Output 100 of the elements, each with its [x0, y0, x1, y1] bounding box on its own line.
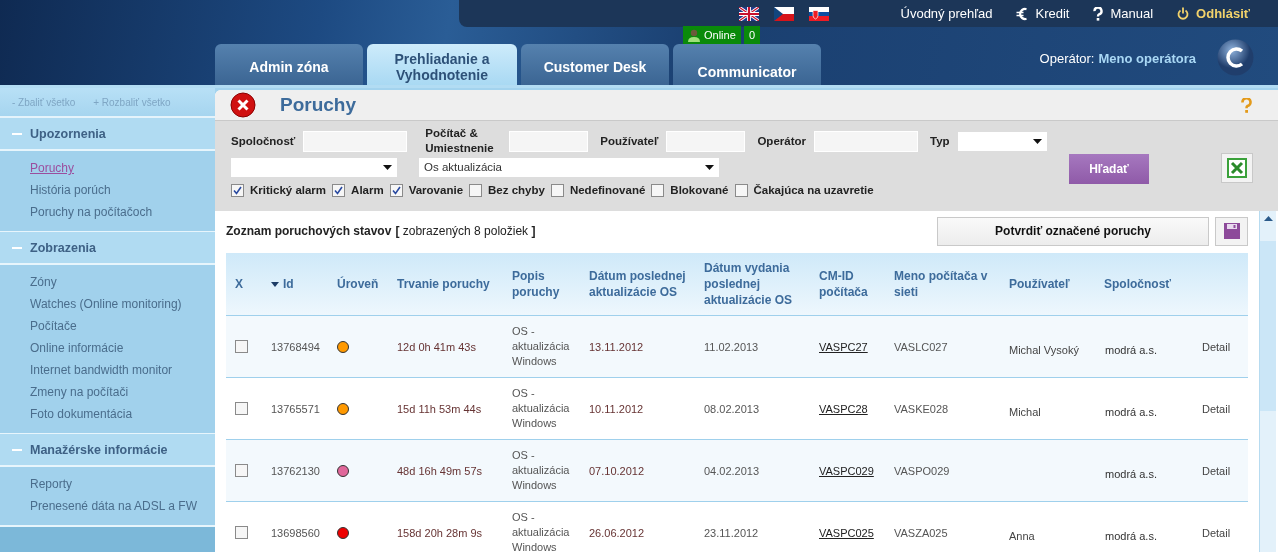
section-header[interactable]: Upozornenia — [0, 118, 215, 151]
detail-link[interactable]: Detail — [1202, 526, 1231, 539]
sidebar-item[interactable]: Online informácie — [30, 337, 124, 359]
tab[interactable]: Customer Desk — [521, 44, 669, 85]
slovak-flag-icon[interactable] — [808, 6, 829, 21]
date-cell: 11.02.2013 — [704, 340, 759, 353]
column-header[interactable]: Meno počítača v sieti — [894, 268, 1000, 300]
confirm-faults-button[interactable]: Potvrdiť označené poruchy — [937, 216, 1209, 246]
scrollbar[interactable] — [1259, 211, 1276, 552]
sidebar-item[interactable]: Watches (Online monitoring) — [30, 293, 182, 315]
nav-link[interactable]: Kredit — [1016, 6, 1070, 21]
detail-link[interactable]: Detail — [1202, 402, 1231, 415]
row-checkbox[interactable] — [235, 340, 248, 353]
column-header[interactable]: Dátum poslednej aktualizácie OS — [589, 268, 695, 300]
dropdown[interactable]: Os aktualizácia — [419, 157, 719, 177]
column-header[interactable]: Spoločnosť — [1104, 276, 1172, 292]
tab[interactable]: Admin zóna — [215, 44, 363, 85]
scroll-up-arrow-icon[interactable] — [1263, 216, 1273, 221]
field-label: Používateľ — [600, 135, 659, 147]
checkbox-label: Varovanie — [408, 184, 464, 196]
column-header[interactable]: Úroveň — [337, 276, 379, 292]
checkbox[interactable] — [651, 183, 665, 197]
computer-name-cell: VASZA025 — [894, 526, 948, 539]
sidebar-item[interactable]: Internet bandwidth monitor — [30, 359, 173, 381]
description-cell-text: OS - aktualizácia Windows — [512, 448, 571, 493]
logo-icon — [1217, 39, 1254, 76]
nav-link[interactable]: Manual — [1093, 6, 1154, 21]
column-header[interactable]: Trvanie poruchy — [397, 276, 490, 292]
checkbox[interactable] — [550, 183, 564, 197]
sidebar-item[interactable]: Foto dokumentácia — [30, 403, 133, 425]
save-button[interactable] — [1215, 216, 1248, 246]
duration-cell: 12d 0h 41m 43s — [397, 340, 476, 353]
sidebar-item[interactable]: Počítače — [30, 315, 77, 337]
input-field[interactable] — [303, 130, 408, 152]
date-cell: 13.11.2012 — [589, 340, 644, 353]
user-cell: Michal — [1009, 405, 1041, 418]
column-header[interactable]: Dátum vydania poslednej aktualizácie OS — [704, 260, 810, 308]
error-icon — [230, 92, 256, 118]
detail-link[interactable]: Detail — [1202, 464, 1231, 477]
row-checkbox[interactable] — [235, 464, 248, 477]
company-cell: modrá a.s. — [1105, 529, 1157, 542]
sidebar-item[interactable]: Zóny — [30, 271, 57, 293]
checkbox[interactable] — [734, 183, 748, 197]
sidebar-item[interactable]: Zmeny na počítači — [30, 381, 129, 403]
column-header[interactable]: CM-ID počítača — [819, 268, 885, 300]
checkbox[interactable] — [231, 183, 244, 197]
column-header[interactable]: X — [235, 276, 243, 292]
company-cell: modrá a.s. — [1105, 467, 1157, 480]
checkbox[interactable] — [469, 183, 483, 197]
tab[interactable]: Communicator — [673, 44, 821, 85]
date-cell: 04.02.2013 — [704, 464, 760, 477]
computer-id-link[interactable]: VASPC025 — [819, 526, 874, 539]
input-field[interactable] — [666, 130, 746, 152]
power-icon — [1177, 7, 1190, 20]
nav-link[interactable]: Úvodný prehľad — [900, 6, 993, 21]
czech-flag-icon[interactable] — [773, 6, 794, 21]
spreadsheet-icon — [1227, 158, 1247, 178]
description-cell-text: OS - aktualizácia Windows — [512, 324, 571, 369]
checkbox[interactable] — [332, 183, 346, 197]
sidebar-item[interactable]: Reporty — [30, 473, 73, 495]
sidebar-item[interactable]: Prenesené dáta na ADSL a FW — [30, 495, 197, 517]
list-title: Zoznam poruchových stavov — [226, 224, 392, 238]
help-icon[interactable] — [1241, 97, 1252, 113]
detail-link[interactable]: Detail — [1202, 340, 1231, 353]
item-count: [ zobrazených 8 položiek ] — [395, 224, 536, 238]
excel-export-button[interactable] — [1221, 153, 1253, 183]
tab[interactable]: Prehliadanie a Vyhodnotenie — [367, 44, 517, 85]
input-field[interactable] — [509, 130, 589, 152]
online-badge: Online — [683, 26, 741, 44]
input-field[interactable] — [814, 130, 918, 152]
description-cell-text: OS - aktualizácia Windows — [512, 386, 571, 431]
checkbox-label: Kritický alarm — [250, 184, 327, 196]
duration-cell: 158d 20h 28m 9s — [397, 526, 482, 539]
column-header[interactable]: Používateľ — [1009, 276, 1070, 292]
company-cell: modrá a.s. — [1105, 343, 1157, 356]
computer-id-link[interactable]: VASPC029 — [819, 464, 874, 477]
computer-id-link[interactable]: VASPC27 — [819, 340, 868, 353]
uk-flag-icon[interactable] — [738, 6, 759, 21]
column-header[interactable]: Popis poruchy — [512, 268, 580, 300]
count-badge: 0 — [744, 26, 761, 44]
search-button[interactable]: Hľadať — [1069, 154, 1149, 184]
sidebar-item[interactable]: Poruchy — [30, 157, 75, 179]
computer-name-cell: VASPO029 — [894, 464, 950, 477]
computer-id-link[interactable]: VASPC28 — [819, 402, 868, 415]
checkbox-label: Čakajúca na uzavretie — [753, 184, 874, 196]
duration-cell: 15d 11h 53m 44s — [397, 402, 482, 415]
column-header[interactable]: Id — [283, 276, 294, 292]
section-header[interactable]: Manažérske informácie — [0, 433, 215, 467]
company-cell: modrá a.s. — [1105, 405, 1157, 418]
row-checkbox[interactable] — [235, 526, 248, 539]
computer-name-cell: VASLC027 — [894, 340, 948, 353]
sidebar-item[interactable]: Poruchy na počítačoch — [30, 201, 153, 223]
field-label: Operátor — [757, 135, 806, 147]
checkbox[interactable] — [389, 183, 403, 197]
field-label: Typ — [930, 135, 950, 147]
sidebar-item[interactable]: História porúch — [30, 179, 111, 201]
section-header[interactable]: Zobrazenia — [0, 231, 215, 265]
row-checkbox[interactable] — [235, 402, 248, 415]
checkbox-label: Alarm — [351, 184, 384, 196]
nav-link[interactable]: Odhlásiť — [1177, 6, 1250, 21]
